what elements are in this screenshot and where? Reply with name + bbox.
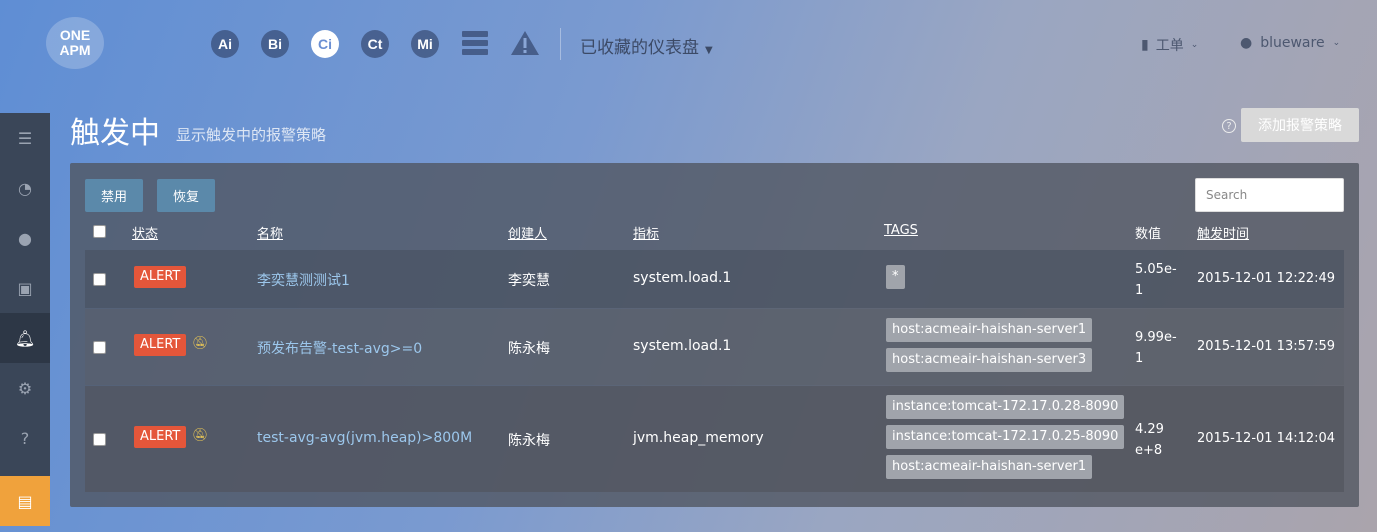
sidebar-item-list[interactable]: ☰ xyxy=(0,113,50,163)
creator-cell: 李奕慧 xyxy=(508,273,550,289)
sidebar-item-circle[interactable]: ● xyxy=(0,213,50,263)
tag-chip: instance:tomcat-172.17.0.25-8090 xyxy=(886,425,1125,449)
top-navigation-bar: ONE APM Ai Bi Ci Ct Mi 已收藏的仪表盘 ▼ ▮ 工单 ⌄ ●… xyxy=(0,0,1377,90)
sidebar-item-help[interactable]: ? xyxy=(0,413,50,463)
select-all-checkbox[interactable] xyxy=(93,225,106,238)
help-icon: ? xyxy=(20,428,30,448)
tag-chip: instance:tomcat-172.17.0.28-8090 xyxy=(886,395,1125,419)
sidebar-item-dashboard[interactable]: ◔ xyxy=(0,163,50,213)
trigger-time-cell: 2015-12-01 14:12:04 xyxy=(1197,431,1336,446)
row-checkbox[interactable] xyxy=(93,433,106,446)
page-title: 触发中 xyxy=(70,116,160,151)
bell-icon: 🔔︎ xyxy=(14,328,36,348)
value-cell: 4.29 e+8 xyxy=(1135,419,1175,461)
restore-button[interactable]: 恢复 xyxy=(157,179,216,212)
alerts-panel: 禁用 恢复 状态 名称 创建人 指标 TAGS 数值 触发时间 ALERT 李奕… xyxy=(70,163,1359,507)
muted-bell-icon[interactable]: 🔕︎ xyxy=(192,428,209,443)
muted-bell-icon[interactable]: 🔕︎ xyxy=(192,336,209,351)
metric-cell: jvm.heap_memory xyxy=(633,430,764,446)
app-ai-icon[interactable]: Ai xyxy=(211,30,239,58)
app-bi-icon[interactable]: Bi xyxy=(261,30,289,58)
column-header-status[interactable]: 状态 xyxy=(132,223,158,242)
username-label: blueware xyxy=(1260,35,1325,51)
row-checkbox[interactable] xyxy=(93,273,106,286)
tickets-label: 工单 xyxy=(1155,38,1184,54)
value-line-1: 5.05e- xyxy=(1135,262,1177,277)
user-menu[interactable]: ● blueware ⌄ xyxy=(1240,35,1340,51)
tag-chip: * xyxy=(886,265,905,289)
value-line-2: e+8 xyxy=(1135,443,1163,458)
value-line-1: 4.29 xyxy=(1135,422,1164,437)
tag-chip: host:acmeair-haishan-server1 xyxy=(886,318,1093,342)
archive-icon: ▣ xyxy=(17,278,33,298)
app-ci-icon[interactable]: Ci xyxy=(311,30,339,58)
circle-icon: ● xyxy=(18,228,32,248)
status-badge: ALERT xyxy=(134,266,187,288)
document-icon: ▮ xyxy=(1141,37,1149,53)
status-badge: ALERT xyxy=(134,426,187,448)
sidebar: ☰ ◔ ● ▣ 🔔︎ ⚙ ? ▤ xyxy=(0,113,50,526)
value-line-1: 9.99e- xyxy=(1135,330,1177,345)
column-header-creator[interactable]: 创建人 xyxy=(508,223,547,242)
server-list-icon[interactable] xyxy=(462,31,488,56)
page-subtitle: 显示触发中的报警策略 xyxy=(176,126,327,144)
sidebar-item-settings[interactable]: ⚙ xyxy=(0,363,50,413)
warning-icon[interactable] xyxy=(510,30,540,56)
value-cell: 9.99e- 1 xyxy=(1135,327,1177,369)
logo-text-line1: ONE xyxy=(59,27,91,43)
add-alert-policy-button[interactable]: 添加报警策略 xyxy=(1241,108,1359,142)
column-header-time[interactable]: 触发时间 xyxy=(1197,223,1249,242)
metric-cell: system.load.1 xyxy=(633,270,732,286)
sidebar-item-calendar[interactable]: ▤ xyxy=(0,476,50,526)
oneapm-logo[interactable]: ONE APM xyxy=(46,17,104,69)
list-icon: ☰ xyxy=(17,128,33,148)
trigger-time-cell: 2015-12-01 12:22:49 xyxy=(1197,271,1336,286)
tag-chip: host:acmeair-haishan-server3 xyxy=(886,348,1093,372)
value-cell: 5.05e- 1 xyxy=(1135,259,1177,301)
favorite-dashboards-label: 已收藏的仪表盘 xyxy=(580,38,699,58)
tag-chip: host:acmeair-haishan-server1 xyxy=(886,455,1093,479)
column-header-tags[interactable]: TAGS xyxy=(884,223,918,238)
column-header-name[interactable]: 名称 xyxy=(257,223,283,242)
disable-button[interactable]: 禁用 xyxy=(85,179,144,212)
help-icon[interactable]: ? xyxy=(1222,119,1236,133)
user-icon: ● xyxy=(1240,35,1253,51)
alert-name-link[interactable]: test-avg-avg(jvm.heap)>800M xyxy=(257,430,472,446)
app-mi-icon[interactable]: Mi xyxy=(411,30,439,58)
creator-cell: 陈永梅 xyxy=(508,341,550,357)
chevron-down-icon: ⌄ xyxy=(1332,38,1341,48)
row-checkbox[interactable] xyxy=(93,341,106,354)
column-header-metric[interactable]: 指标 xyxy=(633,223,659,242)
tickets-menu[interactable]: ▮ 工单 ⌄ xyxy=(1141,35,1198,55)
metric-cell: system.load.1 xyxy=(633,338,732,354)
column-header-value: 数值 xyxy=(1135,227,1162,242)
status-badge: ALERT xyxy=(134,334,187,356)
favorite-dashboards-dropdown[interactable]: 已收藏的仪表盘 ▼ xyxy=(580,33,713,58)
calendar-icon: ▤ xyxy=(17,491,33,511)
nav-divider xyxy=(560,28,561,60)
sidebar-item-alerts[interactable]: 🔔︎ xyxy=(0,313,50,363)
gear-icon: ⚙ xyxy=(17,378,33,398)
sidebar-item-archive[interactable]: ▣ xyxy=(0,263,50,313)
value-line-2: 1 xyxy=(1135,283,1144,298)
creator-cell: 陈永梅 xyxy=(508,433,550,449)
app-ct-icon[interactable]: Ct xyxy=(361,30,389,58)
alert-name-link[interactable]: 李奕慧测测试1 xyxy=(257,270,350,290)
logo-text-line2: APM xyxy=(59,42,91,58)
value-line-2: 1 xyxy=(1135,351,1144,366)
chevron-down-icon: ⌄ xyxy=(1190,40,1199,50)
alert-name-link[interactable]: 预发布告警-test-avg>=0 xyxy=(257,338,422,358)
search-input[interactable] xyxy=(1195,178,1344,212)
chevron-down-icon: ▼ xyxy=(705,45,713,56)
gauge-icon: ◔ xyxy=(18,178,32,198)
trigger-time-cell: 2015-12-01 13:57:59 xyxy=(1197,339,1336,354)
